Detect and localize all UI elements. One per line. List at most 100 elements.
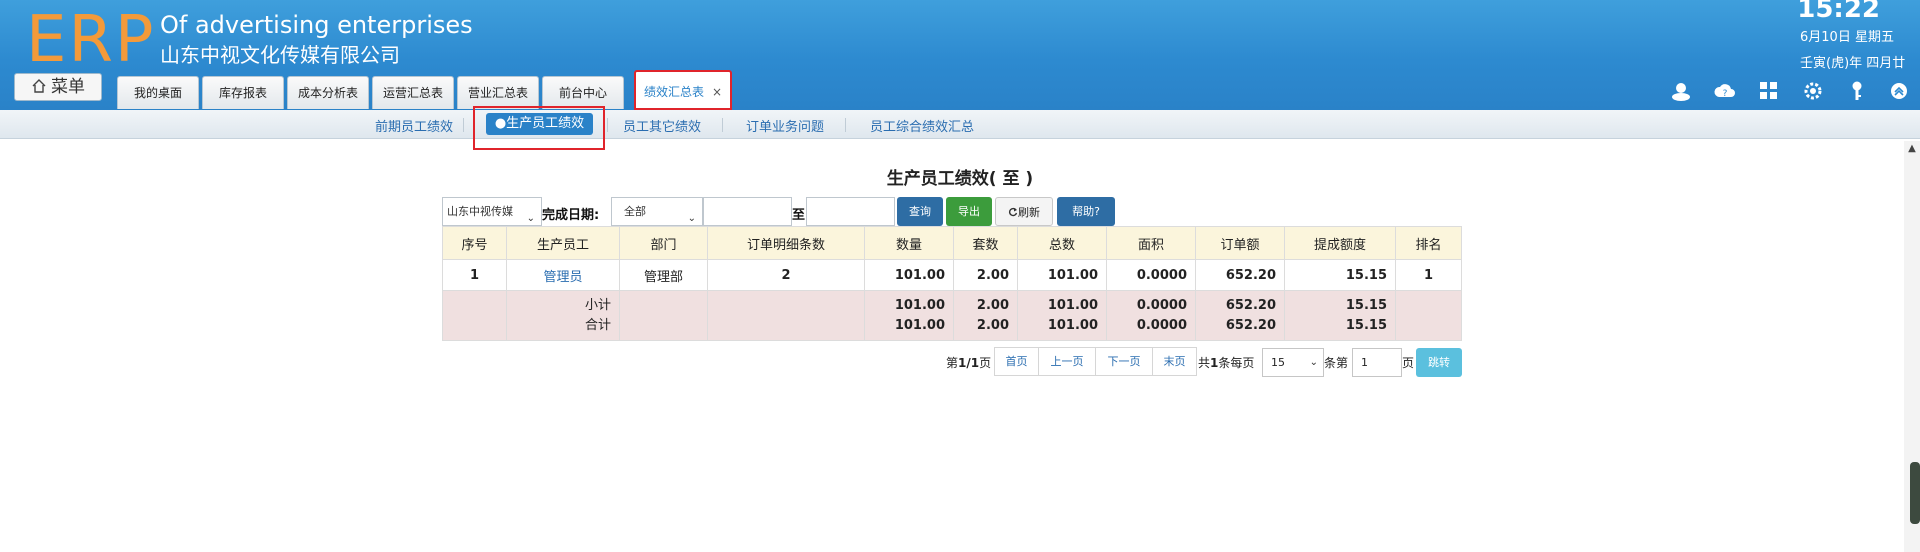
help-button[interactable]: 帮助? <box>1057 197 1115 226</box>
tab-inventory-report[interactable]: 库存报表 <box>202 76 284 109</box>
summary-cell-empty <box>619 290 708 341</box>
column-header: 序号 <box>442 226 507 260</box>
apps-grid-icon[interactable] <box>1758 80 1780 102</box>
refresh-icon <box>1008 207 1018 217</box>
grand-total-total: 101.00 <box>1047 317 1098 333</box>
tab-label: 成本分析表 <box>297 86 358 100</box>
column-header: 部门 <box>619 226 708 260</box>
subnav-item-other-performance[interactable]: 员工其它绩效 <box>623 116 701 135</box>
subnav-divider <box>463 118 464 132</box>
summary-cell-empty <box>442 290 507 341</box>
column-header: 面积 <box>1106 226 1196 260</box>
summary-sets: 2.00 2.00 <box>953 290 1018 341</box>
tab-label: 我的桌面 <box>133 86 182 100</box>
main-menu-button[interactable]: 菜单 <box>14 73 102 101</box>
grand-total-area: 0.0000 <box>1136 317 1187 333</box>
tab-label: 营业汇总表 <box>467 86 528 100</box>
subnav-item-comprehensive-summary[interactable]: 员工综合绩效汇总 <box>870 116 974 135</box>
summary-commission: 15.15 15.15 <box>1284 290 1396 341</box>
tab-cost-analysis[interactable]: 成本分析表 <box>287 76 369 109</box>
cell-quantity: 101.00 <box>864 259 954 291</box>
status-select[interactable]: 全部 ⌄ <box>611 197 703 226</box>
next-page-button[interactable]: 下一页 <box>1095 347 1153 376</box>
company-name-english: Of advertising enterprises <box>160 11 473 39</box>
cell-employee: 管理员 <box>506 259 620 291</box>
subtotal-label: 小计 <box>584 297 611 313</box>
page-info-value: 1/1 <box>958 356 980 370</box>
subtotal-sets: 2.00 <box>976 297 1009 313</box>
subnav-divider <box>607 118 608 132</box>
cell-area: 0.0000 <box>1106 259 1196 291</box>
table-summary-row: 小计 合计 101.00 101.00 2.00 2.00 101.00 101… <box>442 290 1462 341</box>
summary-area: 0.0000 0.0000 <box>1106 290 1196 341</box>
tab-front-desk[interactable]: 前台中心 <box>542 76 624 109</box>
export-button[interactable]: 导出 <box>946 197 992 226</box>
user-icon[interactable] <box>1670 80 1692 102</box>
grand-total-commission: 15.15 <box>1345 317 1387 333</box>
refresh-button[interactable]: 刷新 <box>995 197 1053 226</box>
home-icon <box>32 79 46 93</box>
table-header-row: 序号 生产员工 部门 订单明细条数 数量 套数 总数 面积 订单额 提成额度 排… <box>442 226 1462 260</box>
total-prefix: 共 <box>1198 356 1211 370</box>
per-page-select[interactable]: 15 ⌄ <box>1262 348 1324 377</box>
cell-commission: 15.15 <box>1284 259 1396 291</box>
cell-order-amount: 652.20 <box>1195 259 1285 291</box>
subnav-item-production-performance[interactable]: ●生产员工绩效 <box>486 113 593 135</box>
company-select-value: 山东中视传媒 <box>447 205 513 218</box>
tab-close-icon[interactable]: × <box>712 85 722 99</box>
summary-amount: 652.20 652.20 <box>1195 290 1285 341</box>
goto-page-input[interactable]: 1 <box>1352 348 1402 377</box>
subtotal-area: 0.0000 <box>1136 297 1187 313</box>
erp-logo: ERP <box>26 3 156 77</box>
first-page-button[interactable]: 首页 <box>994 347 1039 376</box>
chevron-down-icon: ⌄ <box>1309 357 1318 368</box>
column-header: 提成额度 <box>1284 226 1396 260</box>
column-header: 生产员工 <box>506 226 620 260</box>
query-button[interactable]: 查询 <box>897 197 943 226</box>
cell-order-detail-count: 2 <box>707 259 865 291</box>
cell-rank: 1 <box>1395 259 1462 291</box>
page-info-suffix: 页 <box>979 356 992 370</box>
clock-date: 6月10日 星期五 <box>1800 30 1894 45</box>
previous-page-button[interactable]: 上一页 <box>1038 347 1096 376</box>
tab-performance-summary[interactable]: 绩效汇总表 × <box>634 70 732 110</box>
scrollbar-thumb[interactable] <box>1910 462 1920 524</box>
cell-department: 管理部 <box>619 259 708 291</box>
summary-total: 101.00 101.00 <box>1017 290 1107 341</box>
per-page-value: 15 <box>1271 356 1285 369</box>
end-date-input[interactable] <box>806 197 895 226</box>
chevron-down-icon: ⌄ <box>526 213 535 224</box>
collapse-up-icon[interactable] <box>1888 80 1910 102</box>
start-date-input[interactable] <box>703 197 792 226</box>
completion-date-label: 完成日期: <box>542 208 600 223</box>
performance-table: 序号 生产员工 部门 订单明细条数 数量 套数 总数 面积 订单额 提成额度 排… <box>442 226 1462 341</box>
tab-business-summary[interactable]: 营业汇总表 <box>457 76 539 109</box>
goto-page-button[interactable]: 跳转 <box>1416 348 1462 377</box>
scroll-up-arrow-icon[interactable]: ▲ <box>1904 143 1920 157</box>
subnav-item-previous-performance[interactable]: 前期员工绩效 <box>375 116 453 135</box>
tab-operations-summary[interactable]: 运营汇总表 <box>372 76 454 109</box>
total-records: 共1条每页 <box>1198 354 1254 371</box>
column-header: 套数 <box>953 226 1018 260</box>
key-icon[interactable] <box>1846 80 1868 102</box>
help-cloud-icon[interactable]: ? <box>1714 80 1736 102</box>
subtotal-amount: 652.20 <box>1225 297 1276 313</box>
goto-suffix: 页 <box>1402 356 1415 370</box>
column-header: 订单额 <box>1195 226 1285 260</box>
gear-icon[interactable] <box>1802 80 1824 102</box>
status-select-value: 全部 <box>624 205 646 218</box>
company-select[interactable]: 山东中视传媒 ⌄ <box>442 197 542 226</box>
employee-link[interactable]: 管理员 <box>543 270 582 285</box>
grand-total-sets: 2.00 <box>976 317 1009 333</box>
summary-cell-empty <box>1395 290 1462 341</box>
tab-label: 运营汇总表 <box>382 86 443 100</box>
date-range-to-label: 至 <box>792 208 806 223</box>
subnav-item-order-issues[interactable]: 订单业务问题 <box>746 116 824 135</box>
last-page-button[interactable]: 末页 <box>1152 347 1197 376</box>
app-header: ERP Of advertising enterprises 山东中视文化传媒有… <box>0 0 1920 110</box>
refresh-label: 刷新 <box>1018 206 1040 219</box>
column-header: 总数 <box>1017 226 1107 260</box>
tab-my-desktop[interactable]: 我的桌面 <box>117 76 199 109</box>
company-name-chinese: 山东中视文化传媒有限公司 <box>160 43 400 67</box>
summary-labels: 小计 合计 <box>506 290 620 341</box>
